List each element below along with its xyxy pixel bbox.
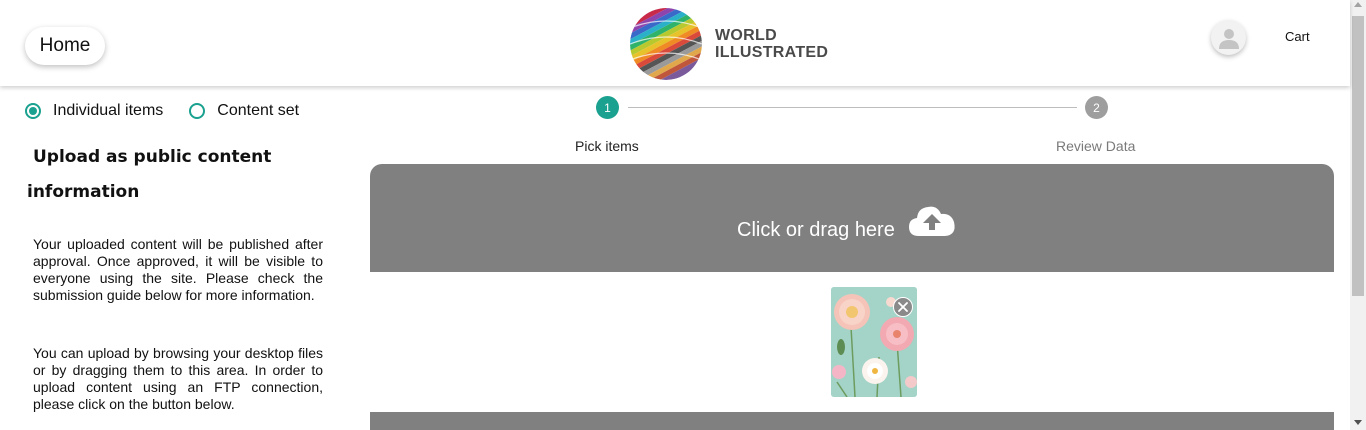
- step-2-indicator[interactable]: 2: [1085, 96, 1108, 119]
- title-line1: Upload as public content: [33, 147, 272, 167]
- upload-mode-radio-group: Individual items Content set: [25, 102, 299, 120]
- user-avatar-button[interactable]: [1211, 20, 1246, 55]
- logo-globe-icon: [630, 8, 702, 80]
- page-scrollbar[interactable]: [1350, 0, 1366, 430]
- cart-link[interactable]: Cart: [1285, 29, 1310, 44]
- logo-line1: WORLD: [715, 27, 777, 44]
- radio-button-checked[interactable]: [25, 103, 41, 119]
- logo-text: WORLD ILLUSTRATED: [715, 27, 828, 61]
- cloud-upload-icon: [909, 206, 955, 236]
- info-paragraph-approval: Your uploaded content will be published …: [33, 236, 323, 303]
- home-button[interactable]: Home: [25, 27, 105, 65]
- remove-thumbnail-button[interactable]: [893, 297, 913, 317]
- upload-section-title: Upload as public content information: [27, 140, 327, 210]
- info-paragraph-upload-methods: You can upload by browsing your desktop …: [33, 345, 323, 412]
- logo[interactable]: WORLD ILLUSTRATED: [630, 8, 828, 80]
- file-dropzone[interactable]: Click or drag here: [370, 164, 1334, 272]
- radio-button-unchecked[interactable]: [189, 103, 206, 119]
- stepper-connector: [628, 107, 1077, 108]
- radio-label: Individual items: [53, 102, 164, 119]
- scroll-thumb[interactable]: [1352, 16, 1364, 296]
- radio-label: Content set: [217, 102, 300, 119]
- scroll-up-arrow-icon[interactable]: [1354, 2, 1362, 7]
- step-1-label[interactable]: Pick items: [575, 138, 639, 154]
- radio-content-set[interactable]: Content set: [189, 102, 299, 120]
- dropzone-footer-bar: [370, 412, 1334, 430]
- upload-preview-area: [370, 272, 1334, 412]
- radio-individual-items[interactable]: Individual items: [25, 102, 163, 120]
- title-line2: information: [27, 182, 140, 202]
- step-2-label[interactable]: Review Data: [1056, 138, 1135, 154]
- close-icon: [898, 302, 908, 312]
- dropzone-text: Click or drag here: [737, 219, 895, 241]
- logo-line2: ILLUSTRATED: [715, 44, 829, 61]
- step-1-indicator[interactable]: 1: [596, 96, 619, 119]
- top-header: Home WORLD ILLUSTRATED Cart: [0, 0, 1350, 86]
- scroll-down-arrow-icon[interactable]: [1354, 420, 1362, 425]
- user-icon: [1218, 28, 1239, 49]
